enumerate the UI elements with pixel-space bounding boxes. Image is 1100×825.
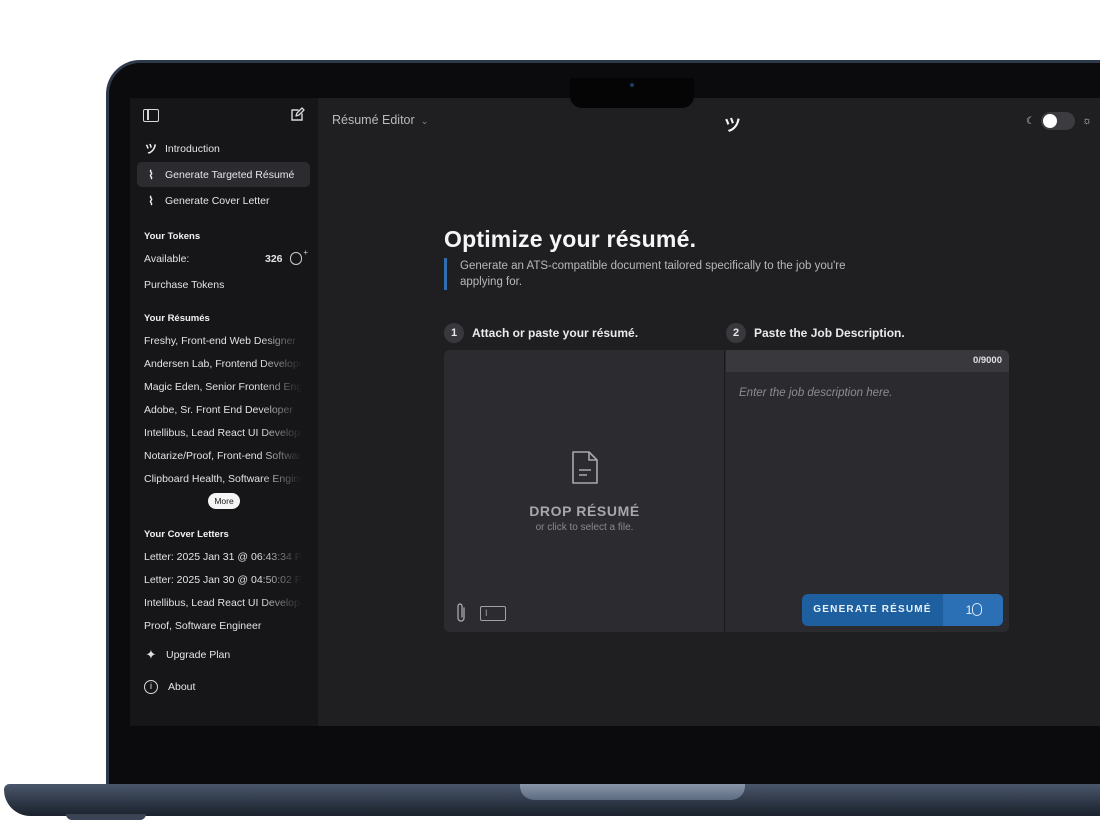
moon-icon: ☾ — [1026, 115, 1035, 127]
laptop-foot — [66, 814, 146, 820]
token-icon — [290, 248, 308, 265]
resume-item[interactable]: Magic Eden, Senior Frontend Engineer — [130, 375, 302, 398]
sparkles-icon: ✦ — [145, 647, 157, 662]
tokens-available-label: Available: — [144, 252, 190, 265]
new-document-icon[interactable] — [289, 107, 305, 123]
sidebar-header — [130, 98, 318, 136]
resume-item[interactable]: Adobe, Sr. Front End Developer — [130, 398, 302, 421]
step-job-description: 2 Paste the Job Description. — [726, 323, 905, 343]
nav-label: Generate Targeted Résumé — [165, 168, 295, 181]
sidebar: ツ Introduction ⌇ Generate Targeted Résum… — [130, 98, 318, 726]
bezel — [130, 726, 1100, 756]
more-resumes-button[interactable]: More — [208, 493, 240, 509]
upgrade-plan-button[interactable]: ✦ Upgrade Plan — [130, 641, 318, 669]
sun-icon: ☼ — [1081, 115, 1093, 127]
paperclip-icon[interactable] — [455, 602, 467, 624]
brand-icon: ツ — [145, 141, 158, 156]
about-button[interactable]: i About — [130, 673, 318, 701]
nav-generate-resume[interactable]: ⌇ Generate Targeted Résumé — [137, 162, 310, 187]
camera-icon — [630, 83, 634, 87]
about-label: About — [168, 681, 196, 693]
cover-letter-item[interactable]: Intellibus, Lead React UI Developer — [130, 591, 302, 614]
switch-knob — [1042, 114, 1057, 128]
nav-generate-cover-letter[interactable]: ⌇ Generate Cover Letter — [137, 188, 310, 213]
resume-item[interactable]: Andersen Lab, Frontend Developer — [130, 352, 302, 375]
tokens-available: Available: 326 — [130, 247, 318, 270]
generate-resume-button[interactable]: GENERATE RÉSUMÉ 1 — [802, 594, 1003, 626]
resume-item[interactable]: Intellibus, Lead React UI Developer — [130, 421, 302, 444]
brush-icon: ⌇ — [148, 167, 154, 182]
cover-letter-item[interactable]: Letter: 2025 Jan 30 @ 04:50:02 PM — [130, 568, 302, 591]
tokens-title: Your Tokens — [144, 231, 201, 242]
app-window: ツ Introduction ⌇ Generate Targeted Résum… — [130, 98, 1100, 726]
cover-letter-item[interactable]: Proof, Software Engineer — [130, 614, 302, 637]
step-label: Paste the Job Description. — [754, 326, 905, 340]
theme-switch[interactable] — [1040, 112, 1075, 130]
page-description: Generate an ATS-compatible document tail… — [444, 258, 864, 290]
generate-label: GENERATE RÉSUMÉ — [813, 604, 932, 615]
job-description-input[interactable]: Enter the job description here. — [739, 387, 892, 399]
char-counter: 0/9000 — [726, 350, 1009, 372]
step-label: Attach or paste your résumé. — [472, 326, 639, 340]
resume-dropzone[interactable]: DROP RÉSUMÉ or click to select a file. I — [444, 350, 725, 632]
purchase-tokens-link[interactable]: Purchase Tokens — [130, 273, 318, 296]
main-content: Résumé Editor ⌄ ツ ☾ ☼ Optimize your résum… — [318, 98, 1100, 726]
resume-item[interactable]: Clipboard Health, Software Engineer — [130, 467, 302, 490]
input-panel: DROP RÉSUMÉ or click to select a file. I… — [444, 350, 1009, 632]
brush-icon: ⌇ — [148, 193, 154, 208]
cover-letter-item[interactable]: Letter: 2025 Jan 31 @ 06:43:34 PM — [130, 545, 302, 568]
chevron-down-icon: ⌄ — [420, 116, 429, 126]
token-cost: 1 — [943, 594, 1003, 626]
upgrade-label: Upgrade Plan — [166, 649, 231, 661]
resume-item[interactable]: Freshy, Front-end Web Designer — [130, 329, 302, 352]
step-number: 2 — [726, 323, 746, 343]
dropzone-title: DROP RÉSUMÉ — [529, 503, 640, 519]
nav-label: Generate Cover Letter — [165, 194, 270, 207]
dropzone-subtitle: or click to select a file. — [535, 522, 634, 533]
info-icon: i — [144, 680, 158, 694]
step-attach-resume: 1 Attach or paste your résumé. — [444, 323, 638, 343]
nav-introduction[interactable]: ツ Introduction — [137, 136, 310, 161]
editor-title: Résumé Editor — [332, 113, 415, 127]
resumes-title: Your Résumés — [144, 313, 210, 324]
job-description-pane[interactable]: 0/9000 Enter the job description here. G… — [726, 350, 1009, 632]
editor-selector[interactable]: Résumé Editor ⌄ — [332, 113, 428, 127]
resume-item[interactable]: Notarize/Proof, Front-end Software — [130, 444, 302, 467]
brand-logo: ツ — [724, 116, 741, 135]
token-icon — [972, 603, 982, 616]
cover-letters-title: Your Cover Letters — [144, 529, 229, 540]
step-number: 1 — [444, 323, 464, 343]
document-icon — [572, 451, 598, 484]
laptop-hinge — [520, 784, 745, 800]
page-title: Optimize your résumé. — [444, 226, 697, 252]
tokens-available-value: 326 — [265, 252, 283, 265]
text-input-icon[interactable]: I — [480, 606, 506, 621]
nav-label: Introduction — [165, 142, 220, 155]
theme-toggle[interactable]: ☾ ☼ — [1026, 112, 1092, 130]
sidebar-toggle-icon[interactable] — [143, 109, 159, 122]
